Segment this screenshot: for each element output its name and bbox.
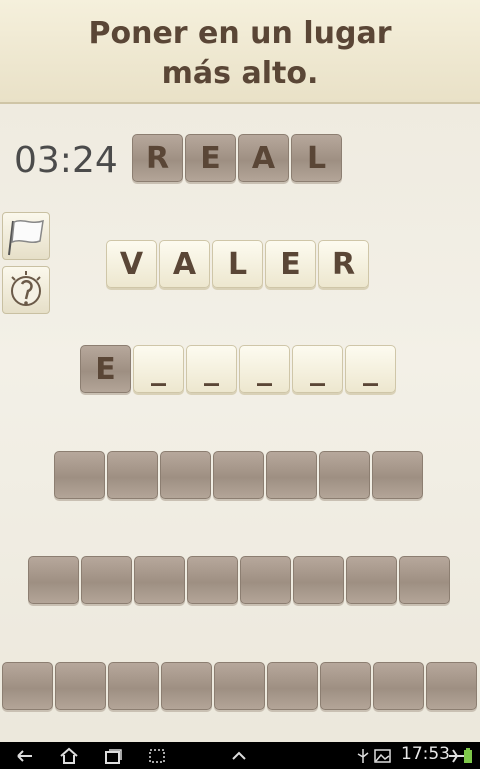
word-row-3: E _ _ _ _ _ [80,345,398,393]
letter-tile[interactable] [426,662,477,710]
lightbulb-hint-icon [11,271,41,306]
letter-tile[interactable] [54,451,105,499]
letter-tile[interactable] [107,451,158,499]
letter-tile[interactable]: L [291,134,342,182]
timer: 03:24 [14,140,118,181]
recent-apps-icon[interactable] [102,747,124,765]
word-row-1: REAL [132,134,344,182]
letter-tile[interactable] [81,556,132,604]
letter-tile[interactable] [187,556,238,604]
letter-tile[interactable] [240,556,291,604]
letter-tile[interactable] [214,662,265,710]
letter-tile[interactable]: R [318,240,369,288]
letter-tile[interactable] [346,556,397,604]
letter-tile[interactable] [320,662,371,710]
word-row-5 [28,556,452,604]
image-icon [374,749,391,763]
letter-tile[interactable] [28,556,79,604]
letter-tile[interactable] [108,662,159,710]
letter-tile[interactable]: _ [239,345,290,393]
letter-tile[interactable]: _ [292,345,343,393]
word-row-4 [54,451,425,499]
letter-tile[interactable]: R [132,134,183,182]
letter-tile[interactable]: _ [133,345,184,393]
system-navigation-bar: 17:53 [0,742,480,769]
letter-tile[interactable] [134,556,185,604]
letter-tile[interactable]: E [80,345,131,393]
letter-tile[interactable] [213,451,264,499]
letter-tile[interactable] [160,451,211,499]
clue-header: Poner en un lugar más alto. [0,0,480,104]
letter-tile[interactable] [373,662,424,710]
letter-tile[interactable]: V [106,240,157,288]
letter-tile[interactable] [55,662,106,710]
usb-icon [357,749,369,763]
word-row-6 [2,662,479,710]
letter-tile[interactable] [267,662,318,710]
back-icon[interactable] [14,747,36,765]
flag-icon [8,219,44,256]
letter-tile[interactable]: A [159,240,210,288]
status-clock: 17:53 [401,744,450,764]
letter-tile[interactable]: _ [186,345,237,393]
letter-tile[interactable]: L [212,240,263,288]
battery-icon [464,748,472,763]
letter-tile[interactable] [399,556,450,604]
letter-tile[interactable] [161,662,212,710]
letter-tile[interactable] [2,662,53,710]
game-board [0,104,480,742]
letter-tile[interactable]: E [185,134,236,182]
clue-text: Poner en un lugar más alto. [88,16,392,91]
home-icon[interactable] [58,747,80,765]
letter-tile[interactable] [319,451,370,499]
word-row-2: VALER [106,240,371,288]
letter-tile[interactable] [266,451,317,499]
letter-tile[interactable] [293,556,344,604]
up-arrow-icon[interactable] [228,747,250,765]
screenshot-icon[interactable] [146,747,168,765]
letter-tile[interactable] [372,451,423,499]
hint-button[interactable] [2,266,50,314]
letter-tile[interactable]: A [238,134,289,182]
letter-tile[interactable]: E [265,240,316,288]
flag-button[interactable] [2,212,50,260]
letter-tile[interactable]: _ [345,345,396,393]
